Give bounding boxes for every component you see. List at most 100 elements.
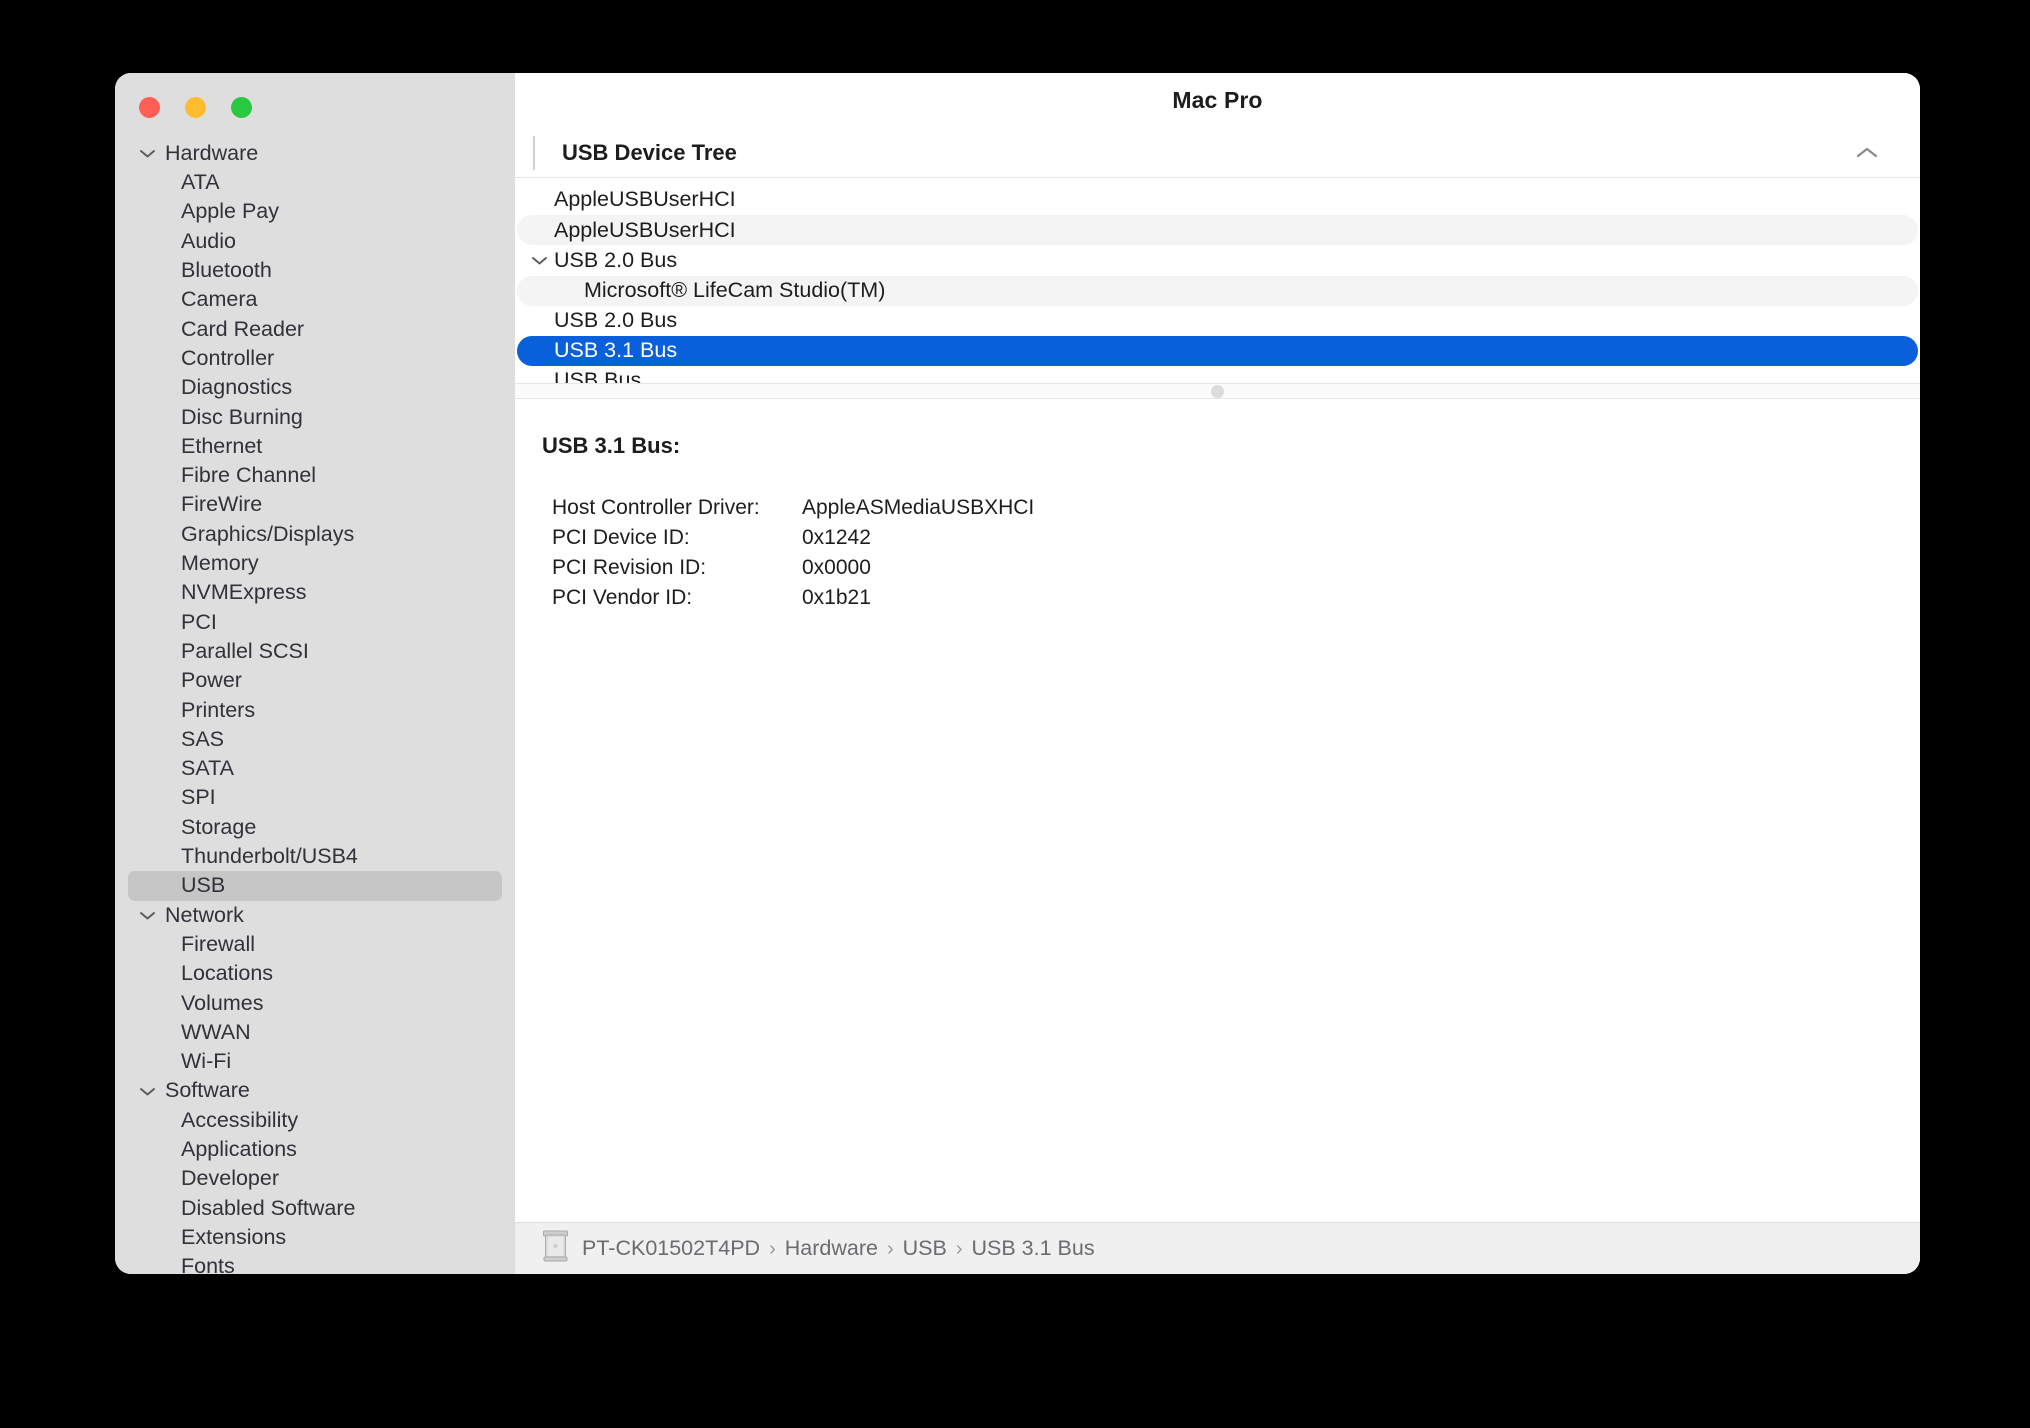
- sidebar-item-volumes[interactable]: Volumes: [115, 989, 515, 1018]
- sidebar-item-label: Graphics/Displays: [181, 521, 355, 546]
- sidebar-item-sata[interactable]: SATA: [115, 754, 515, 783]
- sidebar-item-wwan[interactable]: WWAN: [115, 1018, 515, 1047]
- row-background: [517, 366, 1918, 383]
- breadcrumb-item[interactable]: USB: [903, 1236, 947, 1260]
- tree-row-content: Microsoft® LifeCam Studio(TM): [528, 279, 885, 302]
- detail-property-value: 0x0000: [802, 556, 871, 580]
- tree-row[interactable]: USB 2.0 Bus: [515, 306, 1920, 336]
- detail-property-label: PCI Revision ID:: [552, 556, 707, 580]
- sidebar-item-label: Software: [165, 1078, 250, 1103]
- close-button[interactable]: [139, 97, 160, 118]
- breadcrumb-bar: PT-CK01502T4PD › Hardware › USB › USB 3.1 Bus: [515, 1222, 1920, 1274]
- sidebar-item-parallel-scsi[interactable]: Parallel SCSI: [115, 637, 515, 666]
- section-header: USB Device Tree: [515, 128, 1920, 178]
- tree-row[interactable]: USB 3.1 Bus: [515, 335, 1920, 367]
- sidebar-item-label: SATA: [181, 756, 234, 781]
- sidebar-item-network[interactable]: Network: [115, 901, 515, 930]
- tree-row[interactable]: USB Bus: [515, 366, 1920, 383]
- sidebar-item-label: Bluetooth: [181, 258, 272, 283]
- detail-property-row: PCI Vendor ID: 0x1b21: [542, 583, 1920, 613]
- sidebar-item-software[interactable]: Software: [115, 1077, 515, 1106]
- sidebar-item-extensions[interactable]: Extensions: [115, 1223, 515, 1252]
- tree-row[interactable]: AppleUSBUserHCI: [515, 215, 1920, 246]
- sidebar-item-ethernet[interactable]: Ethernet: [115, 432, 515, 461]
- sidebar-item-list: Hardware ATA Apple Pay Audio Bluetooth Camera…: [115, 135, 515, 1274]
- sidebar-item-diagnostics[interactable]: Diagnostics: [115, 373, 515, 402]
- chevron-up-icon[interactable]: [1852, 138, 1882, 168]
- splitter-handle-dot[interactable]: [1211, 384, 1224, 398]
- sidebar-item-wi-fi[interactable]: Wi-Fi: [115, 1047, 515, 1076]
- breadcrumb-separator: ›: [886, 1238, 894, 1260]
- sidebar-item-label: Storage: [181, 814, 257, 839]
- sidebar-item-camera[interactable]: Camera: [115, 285, 515, 314]
- chevron-down-icon[interactable]: [137, 905, 157, 925]
- sidebar-item-label: SAS: [181, 726, 225, 751]
- detail-property-value: AppleASMediaUSBXHCI: [802, 496, 1035, 519]
- sidebar-item-label: Disabled Software: [181, 1195, 356, 1220]
- chevron-down-icon[interactable]: [137, 144, 157, 164]
- sidebar-item-label: Applications: [181, 1136, 297, 1161]
- tree-row[interactable]: AppleUSBUserHCI: [515, 185, 1920, 215]
- sidebar-item-label: Apple Pay: [181, 199, 280, 224]
- sidebar-item-developer[interactable]: Developer: [115, 1164, 515, 1193]
- panel-splitter[interactable]: [515, 383, 1920, 399]
- sidebar-item-label: Extensions: [181, 1224, 287, 1249]
- sidebar-item-graphics-displays[interactable]: Graphics/Displays: [115, 520, 515, 549]
- sidebar-item-audio[interactable]: Audio: [115, 227, 515, 256]
- sidebar-item-accessibility[interactable]: Accessibility: [115, 1106, 515, 1135]
- sidebar-item-disc-burning[interactable]: Disc Burning: [115, 403, 515, 432]
- sidebar-item-label: ATA: [181, 170, 220, 195]
- mac-pro-icon: [542, 1230, 569, 1267]
- tree-row[interactable]: Microsoft® LifeCam Studio(TM): [515, 275, 1920, 306]
- tree-row-content: USB Bus: [528, 370, 641, 383]
- sidebar-item-locations[interactable]: Locations: [115, 959, 515, 988]
- detail-property-label: Host Controller Driver:: [552, 496, 760, 519]
- chevron-down-icon[interactable]: [137, 1081, 157, 1101]
- usb-device-tree[interactable]: AppleUSBUserHCI AppleUSBUserHCI USB 2.0 Bu…: [515, 178, 1920, 383]
- detail-property-row: Host Controller Driver: AppleASMediaUSBXH…: [542, 493, 1920, 523]
- sidebar-item-bluetooth[interactable]: Bluetooth: [115, 256, 515, 285]
- sidebar-item-controller[interactable]: Controller: [115, 344, 515, 373]
- minimize-button[interactable]: [185, 97, 206, 118]
- detail-property-list: Host Controller Driver: AppleASMediaUSBXH…: [542, 493, 1920, 613]
- sidebar-item-power[interactable]: Power: [115, 666, 515, 695]
- sidebar-item-sas[interactable]: SAS: [115, 725, 515, 754]
- sidebar-item-thunderbolt-usb4[interactable]: Thunderbolt/USB4: [115, 842, 515, 871]
- tree-row-content: AppleUSBUserHCI: [528, 189, 736, 211]
- sidebar-item-printers[interactable]: Printers: [115, 696, 515, 725]
- sidebar-item-applications[interactable]: Applications: [115, 1135, 515, 1164]
- sidebar-item-pci[interactable]: PCI: [115, 608, 515, 637]
- sidebar-item-card-reader[interactable]: Card Reader: [115, 315, 515, 344]
- breadcrumb-separator: ›: [769, 1238, 776, 1260]
- sidebar-item-label: Audio: [181, 228, 236, 253]
- sidebar-item-usb[interactable]: USB: [115, 871, 515, 902]
- detail-property-label: PCI Device ID:: [552, 526, 690, 550]
- sidebar-item-label: Camera: [181, 287, 258, 312]
- sidebar-item-spi[interactable]: SPI: [115, 784, 515, 813]
- tree-row-label: USB 2.0 Bus: [554, 308, 678, 333]
- tree-row[interactable]: USB 2.0 Bus: [515, 245, 1920, 275]
- chevron-down-icon[interactable]: [528, 255, 550, 266]
- detail-property-value: 0x1b21: [802, 586, 871, 610]
- sidebar-item-label: Card Reader: [181, 316, 305, 341]
- sidebar-item-memory[interactable]: Memory: [115, 549, 515, 578]
- sidebar-item-firewire[interactable]: FireWire: [115, 491, 515, 520]
- sidebar-item-apple-pay[interactable]: Apple Pay: [115, 198, 515, 227]
- sidebar-item-label: Diagnostics: [181, 375, 293, 400]
- sidebar-item-firewall[interactable]: Firewall: [115, 930, 515, 959]
- sidebar-item-label: Firewall: [181, 931, 256, 956]
- sidebar-item-fonts[interactable]: Fonts: [115, 1252, 515, 1274]
- sidebar-item-disabled-software[interactable]: Disabled Software: [115, 1194, 515, 1223]
- detail-property-value: 0x1242: [802, 526, 871, 550]
- tree-row-content: USB 2.0 Bus: [528, 249, 677, 272]
- sidebar-item-storage[interactable]: Storage: [115, 813, 515, 842]
- breadcrumb-list: PT-CK01502T4PD › Hardware › USB › USB 3.1 Bus: [582, 1236, 1095, 1261]
- sidebar-item-nvmexpress[interactable]: NVMExpress: [115, 578, 515, 607]
- breadcrumb-item[interactable]: PT-CK01502T4PD: [582, 1236, 760, 1260]
- sidebar-item-fibre-channel[interactable]: Fibre Channel: [115, 461, 515, 490]
- breadcrumb-item[interactable]: Hardware: [785, 1236, 878, 1260]
- sidebar-item-hardware[interactable]: Hardware: [115, 139, 515, 168]
- sidebar-item-ata[interactable]: ATA: [115, 168, 515, 197]
- zoom-button[interactable]: [231, 97, 252, 118]
- breadcrumb-item[interactable]: USB 3.1 Bus: [972, 1236, 1095, 1260]
